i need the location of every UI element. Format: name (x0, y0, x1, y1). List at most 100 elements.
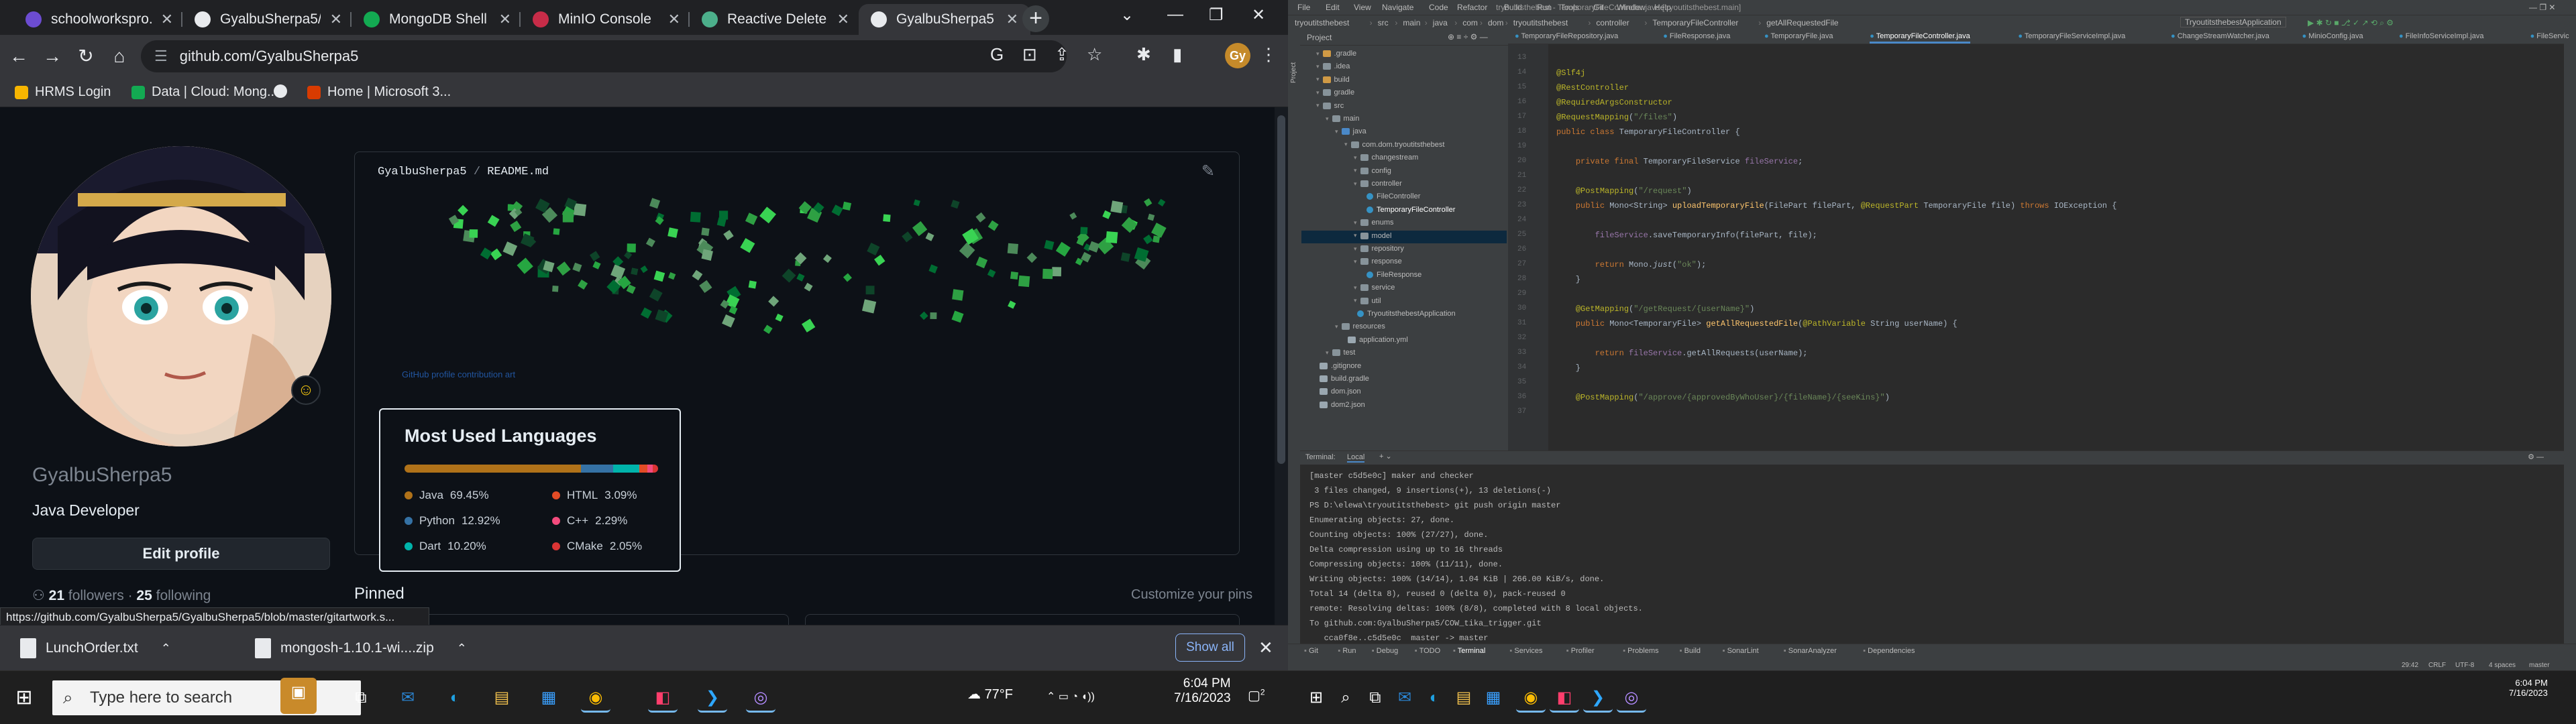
bookmark-item[interactable]: Home | Microsoft 3... (307, 84, 451, 100)
contribution-art[interactable] (395, 192, 1187, 347)
bottom-tool-tab[interactable]: ▪ Problems (1623, 647, 1658, 655)
browser-tab[interactable]: GyalbuSherpa5 ✕ (859, 4, 1030, 35)
tab-search-icon[interactable]: ⌄ (1120, 5, 1134, 25)
share-icon[interactable]: ⇪ (1055, 44, 1069, 65)
bottom-tool-tab[interactable]: ▪ Dependencies (1863, 647, 1915, 655)
breadcrumb-item[interactable]: TemporaryFileController (1652, 18, 1738, 27)
tree-item[interactable]: FileResponse (1363, 271, 1421, 279)
menu-item[interactable]: File (1297, 3, 1310, 12)
editor-tab[interactable]: ● FileInfoServiceImpl.java (2399, 32, 2483, 40)
followers-label[interactable]: followers (68, 588, 124, 603)
tree-item[interactable]: ▾ controller (1354, 180, 1402, 188)
tree-arrow-icon[interactable]: ▾ (1335, 323, 1338, 330)
mail-icon[interactable]: ✉ (393, 683, 423, 713)
bottom-tool-tab[interactable]: ▪ SonarAnalyzer (1784, 647, 1837, 655)
tree-item[interactable]: .gitignore (1316, 362, 1361, 370)
edit-pencil-icon[interactable]: ✎ (1201, 162, 1215, 181)
following-label[interactable]: following (156, 588, 211, 603)
reload-icon[interactable]: ↻ (72, 43, 99, 70)
bottom-tool-tab[interactable]: ▪ SonarLint (1723, 647, 1759, 655)
menu-item[interactable]: Navigate (1382, 3, 1413, 12)
intellij-icon-2[interactable]: ◧ (1550, 683, 1579, 713)
tab-close-icon[interactable]: ✕ (1006, 11, 1018, 28)
menu-item[interactable]: Edit (1326, 3, 1340, 12)
mail-icon-2[interactable]: ✉ (1390, 683, 1419, 713)
new-tab-button[interactable]: + (1022, 5, 1049, 32)
tree-arrow-icon[interactable]: ▾ (1354, 258, 1357, 265)
close-downloads-icon[interactable]: ✕ (1258, 638, 1273, 658)
tree-arrow-icon[interactable]: ▾ (1344, 141, 1348, 148)
tree-arrow-icon[interactable]: ▾ (1354, 219, 1357, 227)
browser-tab[interactable]: Reactive Delete u ✕ (690, 4, 861, 35)
edge-icon[interactable]: ◐ (440, 683, 470, 713)
menu-kebab-icon[interactable]: ⋮ (1260, 44, 1277, 65)
tab-close-icon[interactable]: ✕ (668, 11, 680, 28)
editor-tab[interactable]: ● TemporaryFileServiceImpl.java (2018, 32, 2125, 40)
search-icon-2[interactable]: ⌕ (1331, 683, 1360, 713)
tree-arrow-icon[interactable]: ▾ (1326, 115, 1329, 123)
tree-item[interactable]: ▾ model (1354, 232, 1392, 240)
tree-arrow-icon[interactable]: ▾ (1335, 128, 1338, 135)
tree-arrow-icon[interactable]: ▾ (1354, 297, 1357, 304)
widget-icon[interactable]: ▣ (280, 678, 317, 714)
status-pos[interactable]: 29:42 (2402, 662, 2418, 669)
url-input[interactable]: ☰ github.com/GyalbuSherpa5 (141, 40, 1067, 72)
tree-item[interactable]: FileController (1363, 192, 1420, 200)
task-view-icon[interactable]: ⧉ (346, 683, 376, 713)
tree-item[interactable]: ▾ .idea (1316, 62, 1350, 70)
tree-item[interactable]: ▾ test (1326, 349, 1355, 357)
tree-item[interactable]: build.gradle (1316, 375, 1369, 383)
teams-icon[interactable]: ◎ (746, 683, 775, 713)
start-windows-icon-2[interactable]: ⊞ (1301, 683, 1331, 713)
tree-item[interactable]: ▾ gradle (1316, 88, 1354, 97)
editor-tab[interactable]: ● TemporaryFileController.java (1870, 32, 1970, 44)
breadcrumb-item[interactable]: src (1378, 18, 1389, 27)
tree-item[interactable]: ▾ .gradle (1316, 50, 1356, 58)
tree-arrow-icon[interactable]: ▾ (1316, 76, 1320, 83)
tree-arrow-icon[interactable]: ▾ (1316, 50, 1320, 58)
run-debug-icons[interactable]: ▶ ✱ ↻ ■ ⎇ ✓ ↗ ⟲ ⌕ ⚙ (2308, 18, 2394, 28)
status-enc[interactable]: UTF-8 (2455, 662, 2474, 669)
download-item[interactable]: mongosh-1.10.1-wi....zip ⌃ (255, 635, 467, 662)
menu-item[interactable]: Code (1429, 3, 1448, 12)
bookmark-star-icon[interactable]: ☆ (1087, 44, 1102, 65)
edge-icon-2[interactable]: ◐ (1419, 683, 1449, 713)
chrome-icon[interactable]: ◉ (581, 683, 610, 713)
browser-tab[interactable]: GyalbuSherpa5/C ✕ (182, 4, 354, 35)
chrome-icon-2[interactable]: ◉ (1516, 683, 1546, 713)
powershell-icon-2[interactable]: ❯ (1583, 683, 1613, 713)
breadcrumb-item[interactable]: java (1433, 18, 1448, 27)
page-scrollbar[interactable] (1275, 107, 1288, 625)
menu-item[interactable]: View (1354, 3, 1371, 12)
window-controls-icon[interactable]: — ❐ ✕ (2529, 3, 2555, 12)
tree-arrow-icon[interactable]: ▾ (1354, 284, 1357, 292)
editor-tab[interactable]: ● FileServic (2530, 32, 2569, 40)
tree-arrow-icon[interactable]: ▾ (1354, 154, 1357, 162)
tab-close-icon[interactable]: ✕ (837, 11, 849, 28)
profile-avatar[interactable]: Gy (1225, 43, 1250, 68)
file-explorer-icon-2[interactable]: ▤ (1449, 683, 1479, 713)
tree-item[interactable]: ▾ com.dom.tryoutitsthebest (1344, 141, 1444, 149)
side-panel-icon[interactable]: ▮ (1173, 44, 1182, 65)
tree-item[interactable]: ▾ build (1316, 76, 1350, 84)
tree-arrow-icon[interactable]: ▾ (1326, 349, 1329, 357)
tree-item[interactable]: ▾ main (1326, 115, 1359, 123)
teams-icon-2[interactable]: ◎ (1617, 683, 1646, 713)
tray-icons[interactable]: ⌃ ▭ ◔ ◖)) (1046, 690, 1095, 703)
readme-owner[interactable]: GyalbuSherpa5 (378, 166, 467, 178)
install-icon[interactable]: ⊡ (1022, 44, 1037, 65)
download-item[interactable]: LunchOrder.txt ⌃ (20, 635, 171, 662)
tree-arrow-icon[interactable]: ▾ (1316, 89, 1320, 97)
google-icon[interactable]: G (990, 44, 1004, 65)
bookmark-item[interactable] (274, 84, 287, 98)
bottom-tool-tab[interactable]: ▪ Git (1304, 647, 1318, 655)
close-window-icon[interactable]: ✕ (1252, 5, 1265, 25)
tree-item[interactable]: ▾ repository (1354, 245, 1404, 253)
tree-item[interactable]: ▾ service (1354, 284, 1395, 292)
bottom-tool-tab[interactable]: ▪ Build (1680, 647, 1701, 655)
clock-2[interactable]: 6:04 PM 7/16/2023 (2509, 678, 2548, 698)
breadcrumb-item[interactable]: com (1462, 18, 1478, 27)
status-indent[interactable]: 4 spaces (2489, 662, 2516, 669)
pinned-repo-card[interactable] (805, 614, 1240, 625)
minimize-icon[interactable]: — (1167, 5, 1183, 24)
